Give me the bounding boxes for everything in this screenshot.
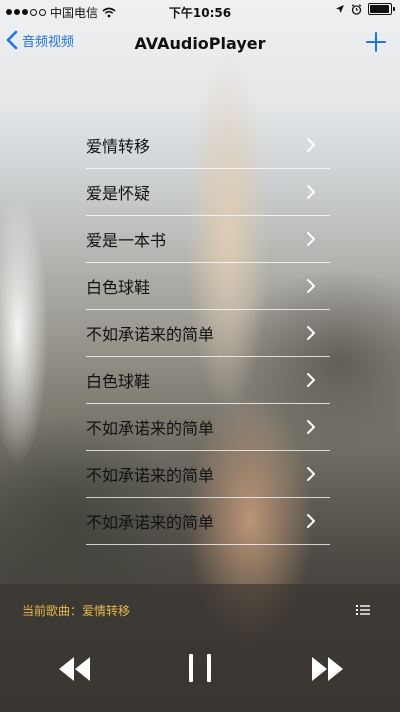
chevron-right-icon xyxy=(307,138,315,152)
song-row[interactable]: 爱是怀疑 xyxy=(86,169,330,216)
alarm-icon xyxy=(351,3,362,15)
next-icon[interactable] xyxy=(310,656,346,682)
player-bar: 当前歌曲：爱情转移 xyxy=(0,584,400,712)
song-row[interactable]: 爱情转移 xyxy=(86,122,330,169)
song-list: 爱情转移 爱是怀疑 爱是一本书 白色球鞋 不如承诺来的简单 白色球鞋 不如承诺来的简单 不如承… xyxy=(86,122,330,545)
song-row[interactable]: 不如承诺来的简单 xyxy=(86,498,330,545)
previous-icon[interactable] xyxy=(56,656,92,682)
chevron-right-icon xyxy=(307,373,315,387)
song-row[interactable]: 不如承诺来的简单 xyxy=(86,310,330,357)
song-title: 不如承诺来的简单 xyxy=(86,513,215,532)
song-title: 白色球鞋 xyxy=(86,372,151,391)
song-row[interactable]: 不如承诺来的简单 xyxy=(86,404,330,451)
song-row[interactable]: 爱是一本书 xyxy=(86,216,330,263)
song-row[interactable]: 白色球鞋 xyxy=(86,263,330,310)
song-title: 爱情转移 xyxy=(86,137,151,156)
navigation-bar: 音频视频 AVAudioPlayer xyxy=(0,22,400,66)
chevron-right-icon xyxy=(307,420,315,434)
chevron-right-icon xyxy=(307,232,315,246)
chevron-right-icon xyxy=(307,279,315,293)
song-row[interactable]: 不如承诺来的简单 xyxy=(86,451,330,498)
now-playing-label: 当前歌曲：爱情转移 xyxy=(22,604,131,618)
status-right xyxy=(335,3,395,15)
song-title: 不如承诺来的简单 xyxy=(86,419,215,438)
chevron-right-icon xyxy=(307,185,315,199)
song-title: 爱是怀疑 xyxy=(86,184,151,203)
song-row[interactable]: 白色球鞋 xyxy=(86,357,330,404)
status-bar: 中国电信 下午10:56 xyxy=(0,0,400,22)
queue-list-icon[interactable] xyxy=(356,604,370,616)
song-title: 白色球鞋 xyxy=(86,278,151,297)
page-title: AVAudioPlayer xyxy=(134,34,266,53)
location-icon xyxy=(336,5,344,13)
song-title: 不如承诺来的简单 xyxy=(86,325,215,344)
chevron-right-icon xyxy=(307,326,315,340)
chevron-right-icon xyxy=(307,514,315,528)
add-icon[interactable] xyxy=(364,30,388,54)
song-title: 不如承诺来的简单 xyxy=(86,466,215,485)
battery-icon xyxy=(368,3,395,15)
pause-icon[interactable] xyxy=(186,652,214,684)
chevron-right-icon xyxy=(307,467,315,481)
song-title: 爱是一本书 xyxy=(86,231,167,250)
